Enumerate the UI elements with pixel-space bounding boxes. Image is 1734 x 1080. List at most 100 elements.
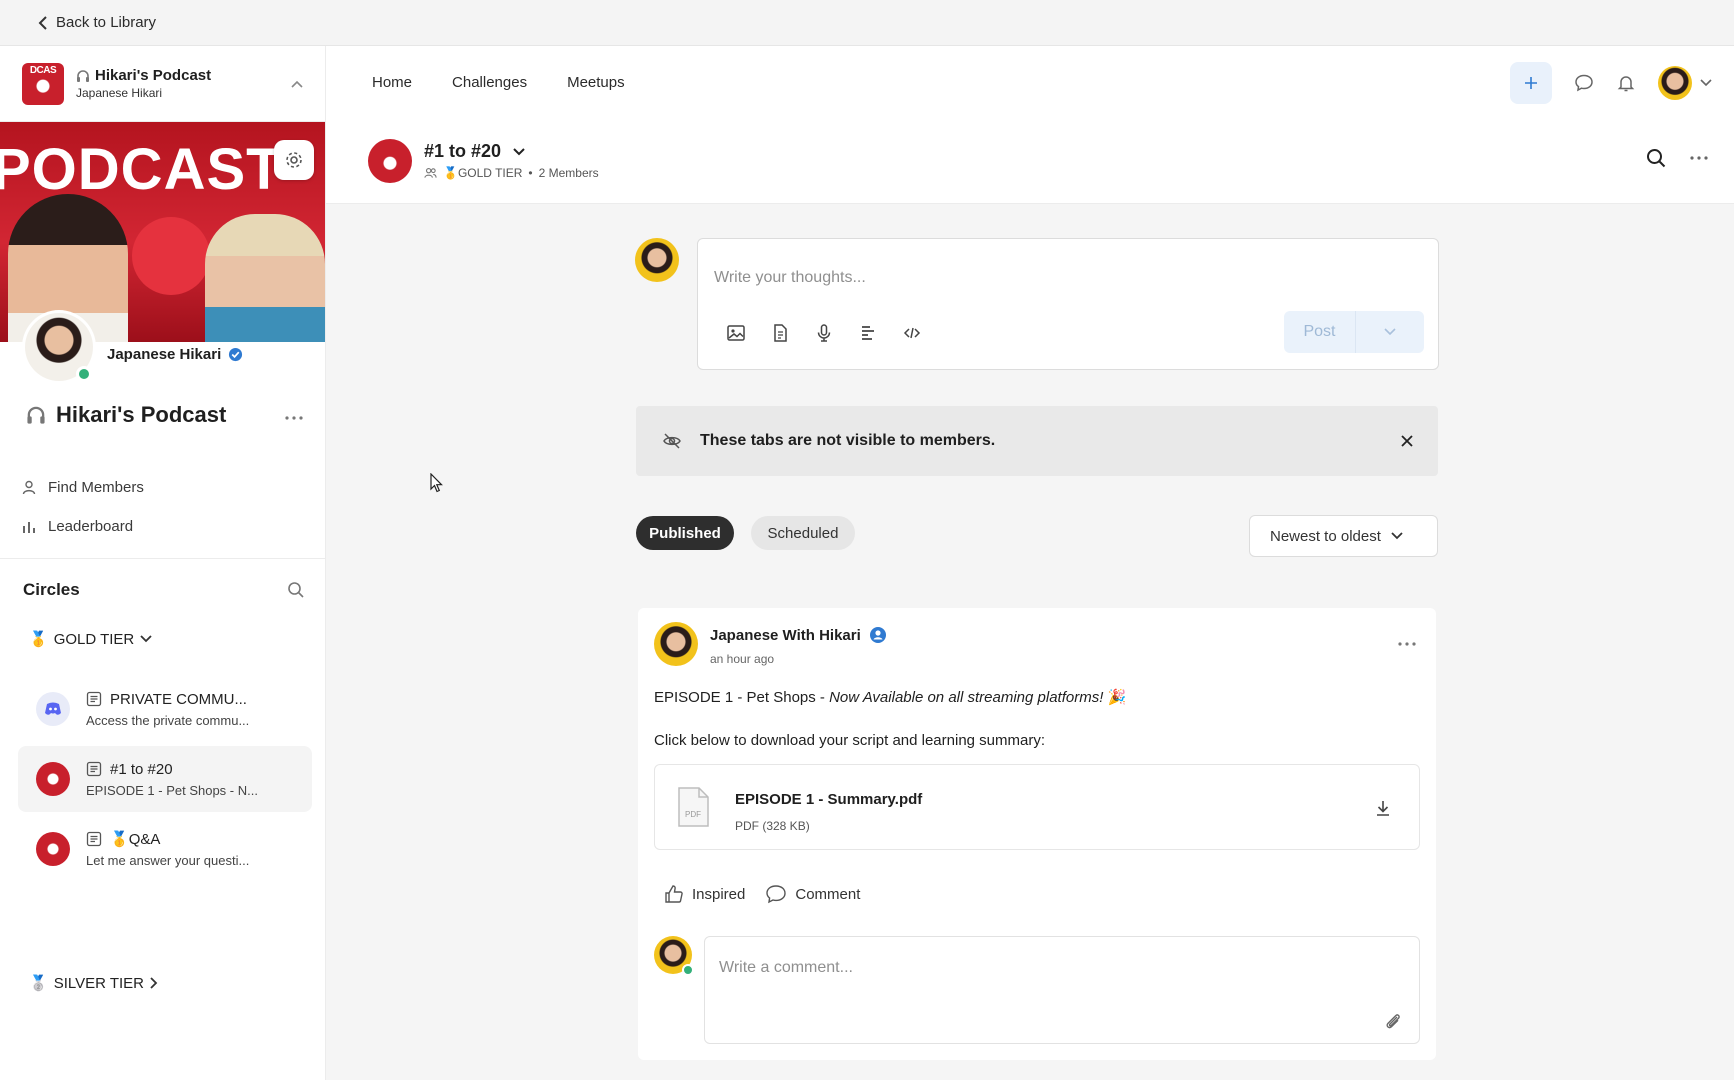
file-attachment[interactable]: PDF EPISODE 1 - Summary.pdf PDF (328 KB) [654, 764, 1420, 850]
tier-label: GOLD TIER [53, 630, 135, 648]
gear-icon [286, 152, 302, 168]
create-button[interactable] [1510, 62, 1552, 104]
post-body-line1: EPISODE 1 - Pet Shops - Now Available on… [654, 689, 1127, 706]
paperclip-icon[interactable] [1383, 1011, 1403, 1031]
channel-tier: GOLD TIER [457, 166, 523, 180]
thumbs-up-icon [665, 885, 683, 903]
post-button[interactable]: Post [1284, 311, 1356, 353]
document-icon[interactable] [770, 323, 790, 343]
sidebar-item-leaderboard[interactable]: Leaderboard [22, 507, 144, 546]
bar-chart-icon [23, 521, 35, 533]
members-icon [424, 167, 437, 178]
search-icon[interactable] [287, 581, 305, 599]
circles-heading: Circles [23, 580, 80, 599]
nav-meetups[interactable]: Meetups [567, 74, 625, 91]
chat-icon[interactable] [1574, 73, 1594, 93]
close-icon[interactable] [1400, 434, 1414, 448]
nav-challenges[interactable]: Challenges [452, 74, 527, 91]
more-options-icon[interactable] [1690, 156, 1708, 160]
circle-item-private-community[interactable]: PRIVATE COMMU... Access the private comm… [18, 676, 312, 742]
owner-name[interactable]: Japanese Hikari [107, 346, 243, 363]
channel-title-dropdown[interactable]: #1 to #20 [424, 141, 599, 162]
comment-icon [766, 885, 787, 904]
composer-placeholder: Write your thoughts... [714, 269, 866, 286]
visibility-notice: These tabs are not visible to members. [636, 406, 1438, 476]
microphone-icon[interactable] [814, 323, 834, 343]
svg-text:PDF: PDF [685, 810, 701, 819]
channel-title: #1 to #20 [424, 141, 502, 161]
online-indicator [76, 366, 92, 382]
circle-item-1-to-20[interactable]: #1 to #20 EPISODE 1 - Pet Shops - N... [18, 746, 312, 812]
silver-tier-toggle[interactable]: 🥈 SILVER TIER [29, 974, 158, 992]
notice-text: These tabs are not visible to members. [700, 432, 996, 449]
sort-value: Newest to oldest [1270, 527, 1381, 545]
user-menu[interactable] [1658, 66, 1712, 100]
download-icon[interactable] [1375, 799, 1391, 817]
chevron-down-icon [140, 635, 152, 643]
comment-input[interactable]: Write a comment... [704, 936, 1420, 1044]
gold-tier-toggle[interactable]: 🥇 GOLD TIER [29, 630, 152, 648]
chevron-down-icon [1391, 532, 1403, 540]
medal-icon: 🥇 [110, 831, 129, 848]
post-options-button[interactable] [1356, 311, 1424, 353]
comment-label: Comment [795, 885, 861, 903]
main-nav: Home Challenges Meetups [326, 46, 1734, 118]
post-list-icon [86, 761, 102, 777]
community-switcher[interactable]: DCAS Hikari's Podcast Japanese Hikari [0, 46, 325, 122]
separator: • [528, 166, 533, 180]
medal-icon: 🥇 [443, 166, 458, 180]
channel-header: #1 to #20 🥇GOLD TIER • 2 Members [326, 118, 1734, 204]
sidebar-item-label: Find Members [48, 479, 144, 496]
tab-published[interactable]: Published [636, 516, 734, 550]
cover-image: PODCAST [0, 122, 325, 342]
cover-sun [132, 217, 210, 295]
author-name: Japanese With Hikari [710, 626, 861, 644]
sort-select[interactable]: Newest to oldest [1249, 515, 1438, 557]
cover-word: PODCAST [0, 137, 283, 202]
bell-icon[interactable] [1616, 73, 1636, 93]
circle-title: Q&A [128, 831, 161, 848]
chevron-left-icon [38, 15, 47, 30]
eye-off-icon [663, 433, 681, 449]
sidebar-item-find-members[interactable]: Find Members [22, 468, 144, 507]
channel-avatar [368, 138, 412, 183]
headphones-icon [77, 69, 89, 82]
inspired-label: Inspired [692, 885, 746, 903]
space-title: Hikari's Podcast [26, 402, 306, 428]
chevron-down-icon [1700, 79, 1712, 87]
chevron-up-icon[interactable] [291, 80, 303, 88]
circles-header: Circles [23, 580, 305, 600]
medal-icon: 🥈 [29, 975, 48, 992]
post-list-icon [86, 691, 102, 707]
cover-settings-button[interactable] [274, 140, 314, 180]
author-avatar[interactable] [654, 622, 698, 666]
more-options-icon[interactable] [285, 416, 303, 420]
inspired-button[interactable]: Inspired [664, 884, 745, 904]
tier-label: SILVER TIER [53, 974, 144, 992]
back-to-library-link[interactable]: Back to Library [38, 14, 156, 31]
post-time[interactable]: an hour ago [710, 652, 774, 666]
comment-placeholder: Write a comment... [719, 959, 853, 976]
circle-item-qa[interactable]: 🥇Q&A Let me answer your questi... [18, 816, 312, 882]
comment-button[interactable]: Comment [765, 884, 860, 904]
more-options-icon[interactable] [1398, 642, 1416, 646]
search-icon[interactable] [1646, 148, 1666, 168]
post-button-group: Post [1284, 311, 1424, 353]
nav-home[interactable]: Home [372, 74, 412, 91]
discord-icon [36, 692, 70, 726]
sidebar-item-label: Leaderboard [48, 518, 134, 535]
author-name-row[interactable]: Japanese With Hikari [710, 626, 887, 644]
post-composer[interactable]: Write your thoughts... Post [697, 238, 1439, 370]
channel-members[interactable]: 2 Members [539, 166, 599, 180]
tab-scheduled[interactable]: Scheduled [751, 516, 855, 550]
top-bar: Back to Library [0, 0, 1734, 46]
verified-badge-icon [229, 347, 243, 362]
pdf-file-icon: PDF [678, 787, 709, 827]
avatar [1658, 66, 1692, 100]
composer-toolbar [726, 323, 922, 343]
image-icon[interactable] [726, 323, 746, 343]
composer-avatar [635, 238, 679, 282]
code-icon[interactable] [902, 323, 922, 343]
sidebar-divider [0, 558, 325, 559]
poll-icon[interactable] [858, 323, 878, 343]
